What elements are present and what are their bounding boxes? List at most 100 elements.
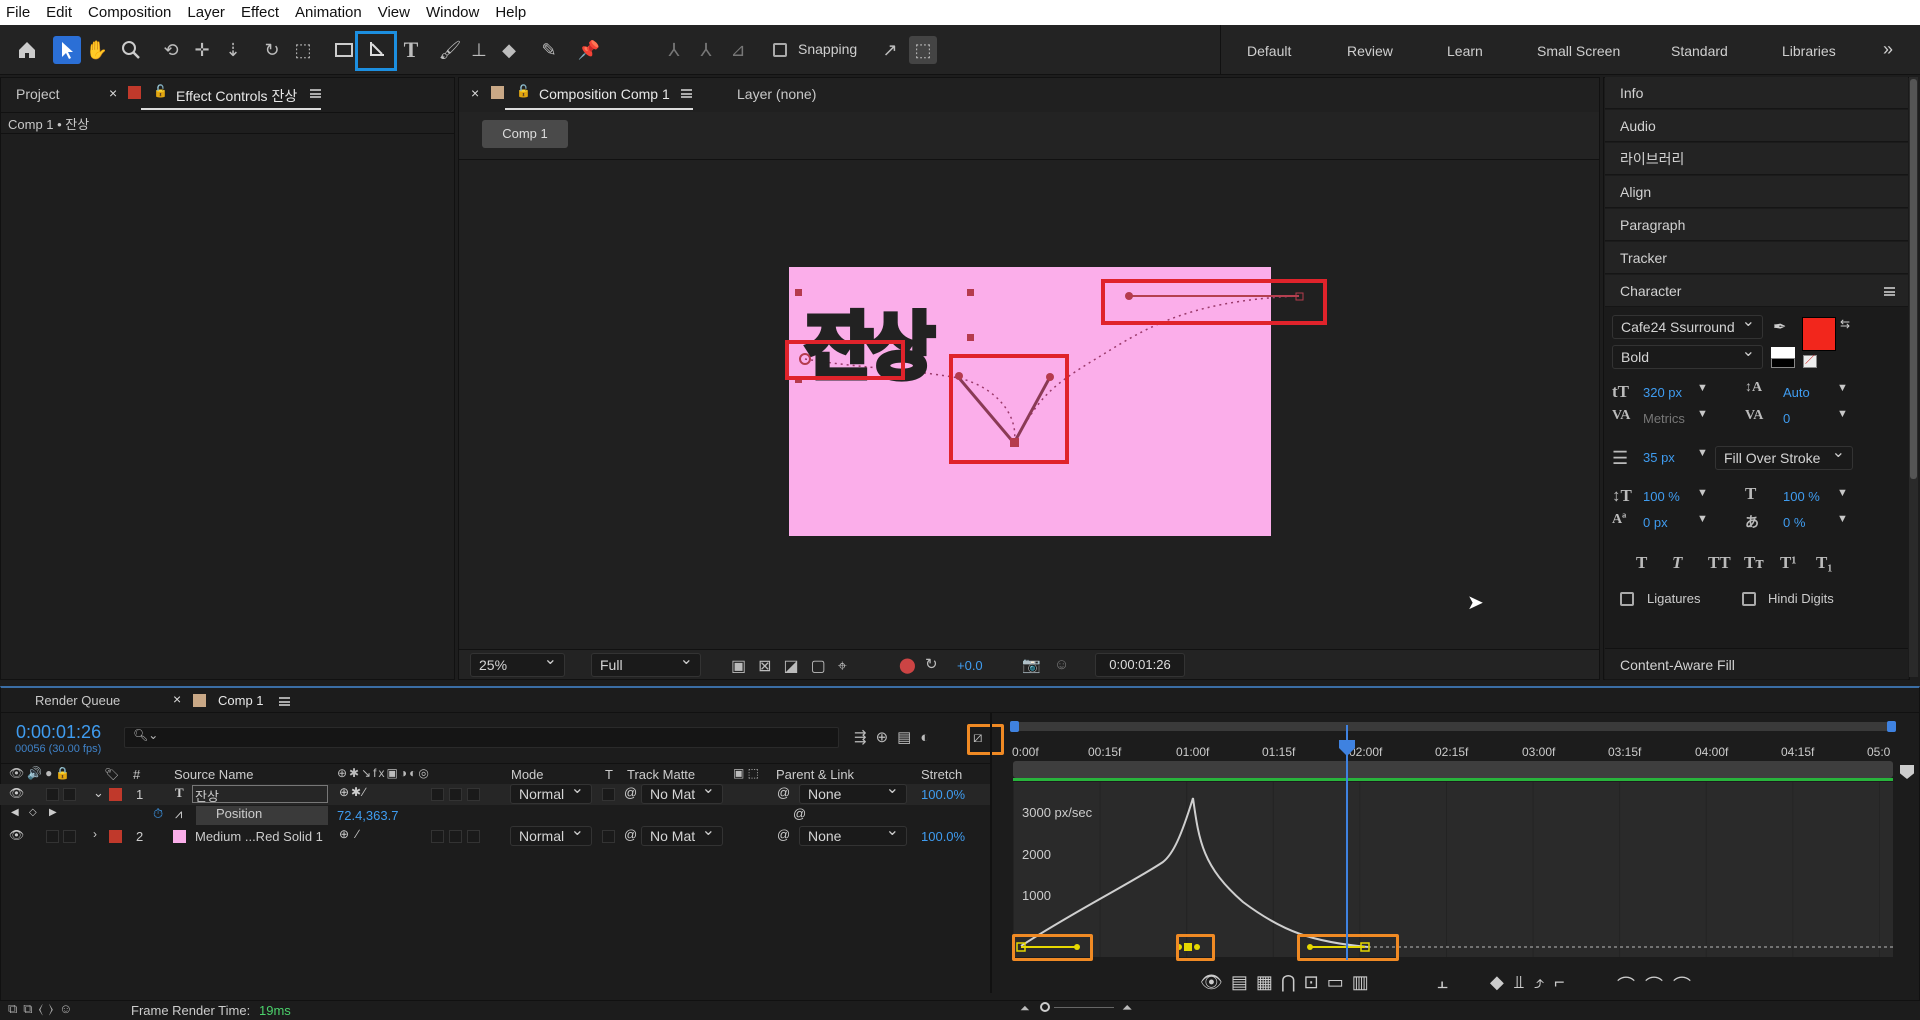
- add-keyframe-icon[interactable]: ◇: [29, 807, 37, 818]
- eraser-tool-icon[interactable]: ◆: [495, 36, 523, 64]
- small-caps-button[interactable]: Tт: [1744, 553, 1764, 573]
- layer-handle[interactable]: [967, 334, 974, 341]
- ligatures-checkbox[interactable]: [1620, 592, 1634, 606]
- default-colors-icon[interactable]: [1771, 347, 1795, 358]
- visibility-eye-icon[interactable]: 👁: [9, 828, 24, 842]
- snapping-checkbox[interactable]: [773, 43, 787, 57]
- roto-brush-icon[interactable]: ✎: [535, 36, 563, 64]
- layer-switch[interactable]: [467, 788, 480, 801]
- orbit-tool-icon[interactable]: ⟲: [157, 36, 185, 64]
- tracking-value[interactable]: 0: [1783, 411, 1790, 426]
- axis-world-icon[interactable]: ⅄: [692, 36, 720, 64]
- tab-effect-controls[interactable]: Effect Controls 잔상: [176, 86, 297, 106]
- keyframe-interpolation-icons[interactable]: ◆⫫⤴⌐: [1490, 972, 1575, 993]
- superscript-button[interactable]: T¹: [1780, 553, 1796, 573]
- rectangle-tool-icon[interactable]: [330, 36, 358, 64]
- no-fill-icon[interactable]: ／: [1803, 355, 1817, 368]
- home-icon[interactable]: [13, 36, 41, 64]
- separate-dimensions-icon[interactable]: ⫠: [1437, 972, 1448, 993]
- lock-switch[interactable]: [63, 830, 76, 843]
- col-source-name[interactable]: Source Name: [174, 767, 253, 782]
- easy-ease-icons[interactable]: ⌒⌒⌒: [1617, 972, 1701, 998]
- panel-audio[interactable]: Audio: [1605, 110, 1908, 142]
- close-icon[interactable]: ×: [109, 85, 117, 101]
- menu-view[interactable]: View: [378, 4, 410, 21]
- next-keyframe-icon[interactable]: ▶: [49, 807, 57, 818]
- solo-switch[interactable]: [46, 788, 59, 801]
- layer-name-field[interactable]: 잔상: [192, 785, 328, 804]
- layer-switch-icons[interactable]: ⊕✱∕: [339, 785, 367, 799]
- baseline-shift-value[interactable]: 0 px: [1643, 515, 1668, 530]
- horizontal-scale-value[interactable]: 100 %: [1783, 489, 1820, 504]
- puppet-pin-icon[interactable]: 📌: [575, 36, 603, 64]
- workspace-default[interactable]: Default: [1247, 43, 1291, 59]
- blend-mode-dropdown[interactable]: Normal: [510, 780, 592, 804]
- property-value[interactable]: 72.4,363.7: [337, 808, 398, 823]
- tab-project[interactable]: Project: [16, 86, 60, 102]
- panel-content-aware-fill[interactable]: Content-Aware Fill: [1605, 648, 1908, 680]
- workspace-standard[interactable]: Standard: [1671, 43, 1728, 59]
- font-family-dropdown[interactable]: Cafe24 Ssurround: [1612, 311, 1763, 339]
- chevron-down-icon[interactable]: ▼: [1697, 408, 1708, 420]
- layer-name[interactable]: Medium ...Red Solid 1: [195, 829, 323, 844]
- leading-value[interactable]: Auto: [1783, 385, 1810, 400]
- panel-menu-icon[interactable]: [310, 89, 321, 98]
- snap-edges-icon[interactable]: ↗: [876, 36, 904, 64]
- layer-switch[interactable]: [431, 830, 444, 843]
- layer-switch-icons[interactable]: ⊕ ∕: [339, 827, 360, 841]
- pickwhip-icon[interactable]: @: [624, 785, 637, 800]
- tab-comp-timeline[interactable]: Comp 1: [218, 693, 264, 708]
- parent-dropdown[interactable]: None: [799, 780, 907, 804]
- resolution-dropdown[interactable]: Full: [591, 649, 701, 677]
- exposure-value[interactable]: +0.0: [957, 658, 983, 673]
- magnification-dropdown[interactable]: 25%: [470, 649, 565, 677]
- layer-handle[interactable]: [967, 289, 974, 296]
- timeline-switch-icons[interactable]: ⇶⊕▤◐: [854, 728, 938, 746]
- all-caps-button[interactable]: TT: [1708, 553, 1731, 573]
- chevron-down-icon[interactable]: ▼: [1697, 513, 1708, 525]
- panel-menu-icon[interactable]: [279, 697, 290, 706]
- label-color-swatch[interactable]: [109, 788, 122, 801]
- fill-color-swatch[interactable]: [1802, 317, 1836, 351]
- pan-tool-icon[interactable]: ✛: [188, 36, 216, 64]
- comp-timecode[interactable]: 0:00:01:26: [1095, 653, 1185, 677]
- graph-toolbar-icons[interactable]: 👁▤▦⋂⊡▭▥: [1200, 972, 1377, 993]
- menu-file[interactable]: File: [6, 4, 30, 21]
- chevron-down-icon[interactable]: ▼: [1837, 382, 1848, 394]
- menu-edit[interactable]: Edit: [46, 4, 72, 21]
- faux-italic-button[interactable]: T: [1672, 553, 1682, 573]
- tab-render-queue[interactable]: Render Queue: [35, 693, 120, 708]
- menu-effect[interactable]: Effect: [241, 4, 279, 21]
- chevron-down-icon[interactable]: ▼: [1837, 487, 1848, 499]
- chevron-down-icon[interactable]: ▼: [1837, 513, 1848, 525]
- panel-info[interactable]: Info: [1605, 77, 1908, 109]
- chevron-down-icon[interactable]: ▼: [1837, 408, 1848, 420]
- visibility-eye-icon[interactable]: 👁: [9, 786, 24, 800]
- parent-pickwhip-icon[interactable]: @: [777, 785, 790, 800]
- kerning-value[interactable]: Metrics: [1643, 411, 1685, 426]
- expression-pickwhip-icon[interactable]: @: [793, 806, 806, 821]
- workspace-review[interactable]: Review: [1347, 43, 1393, 59]
- graph-toggle-icon[interactable]: ⩘: [175, 806, 182, 822]
- lock-icon[interactable]: 🔓: [153, 84, 168, 98]
- timeline-splitter[interactable]: [990, 713, 992, 993]
- work-area-bar[interactable]: [1013, 761, 1893, 778]
- timeline-timecode[interactable]: 0:00:01:26: [16, 722, 101, 743]
- property-row-position[interactable]: ◀ ◇ ▶ ⏱ ⩘ Position 72.4,363.7 @: [0, 805, 990, 826]
- font-size-value[interactable]: 320 px: [1643, 385, 1682, 400]
- hindi-digits-checkbox[interactable]: [1742, 592, 1756, 606]
- layer-switch[interactable]: [431, 788, 444, 801]
- parent-dropdown[interactable]: None: [799, 822, 907, 846]
- solo-switch[interactable]: [46, 830, 59, 843]
- font-style-dropdown[interactable]: Bold: [1612, 341, 1763, 369]
- subscript-button[interactable]: T₁: [1816, 553, 1832, 573]
- stretch-value[interactable]: 100.0%: [921, 829, 965, 844]
- workspace-learn[interactable]: Learn: [1447, 43, 1483, 59]
- property-name[interactable]: Position: [196, 806, 328, 825]
- blend-mode-dropdown[interactable]: Normal: [510, 822, 592, 846]
- brush-tool-icon[interactable]: 🖌: [436, 36, 464, 64]
- time-navigator[interactable]: [1010, 721, 1896, 732]
- stretch-value[interactable]: 100.0%: [921, 787, 965, 802]
- chevron-down-icon[interactable]: ▼: [1697, 487, 1708, 499]
- parent-pickwhip-icon[interactable]: @: [777, 827, 790, 842]
